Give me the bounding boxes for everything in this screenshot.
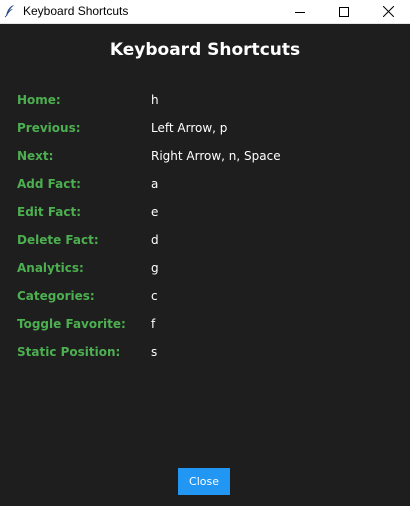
shortcut-row-analytics: Analytics: g bbox=[17, 260, 397, 288]
shortcut-action: Delete Fact: bbox=[17, 233, 99, 247]
shortcut-row-categories: Categories: c bbox=[17, 288, 397, 316]
shortcut-keys: Left Arrow, p bbox=[151, 121, 228, 135]
dialog-content: Keyboard Shortcuts Home: h Previous: Lef… bbox=[0, 24, 410, 506]
shortcut-action: Edit Fact: bbox=[17, 205, 82, 219]
close-icon bbox=[382, 6, 394, 17]
shortcut-list: Home: h Previous: Left Arrow, p Next: Ri… bbox=[17, 92, 397, 372]
shortcut-keys: g bbox=[151, 261, 159, 275]
shortcut-action: Home: bbox=[17, 93, 61, 107]
shortcut-keys: d bbox=[151, 233, 159, 247]
shortcut-keys: h bbox=[151, 93, 159, 107]
minimize-button[interactable] bbox=[278, 0, 322, 23]
shortcut-action: Next: bbox=[17, 149, 54, 163]
shortcut-row-home: Home: h bbox=[17, 92, 397, 120]
shortcut-action: Add Fact: bbox=[17, 177, 81, 191]
maximize-icon bbox=[339, 6, 349, 17]
shortcut-action: Static Position: bbox=[17, 345, 121, 359]
shortcut-row-delete-fact: Delete Fact: d bbox=[17, 232, 397, 260]
window-titlebar[interactable]: Keyboard Shortcuts bbox=[0, 0, 410, 24]
shortcut-row-static-position: Static Position: s bbox=[17, 344, 397, 372]
shortcut-action: Toggle Favorite: bbox=[17, 317, 126, 331]
shortcut-keys: a bbox=[151, 177, 159, 191]
shortcut-row-add-fact: Add Fact: a bbox=[17, 176, 397, 204]
dialog-heading: Keyboard Shortcuts bbox=[109, 40, 301, 60]
close-button[interactable]: Close bbox=[178, 468, 230, 495]
shortcut-action: Analytics: bbox=[17, 261, 84, 275]
shortcut-keys: c bbox=[151, 289, 158, 303]
feather-icon bbox=[4, 4, 16, 18]
shortcut-row-edit-fact: Edit Fact: e bbox=[17, 204, 397, 232]
shortcut-row-toggle-favorite: Toggle Favorite: f bbox=[17, 316, 397, 344]
maximize-button[interactable] bbox=[322, 0, 366, 23]
shortcut-keys: s bbox=[151, 345, 158, 359]
window-close-button[interactable] bbox=[366, 0, 410, 23]
shortcut-keys: Right Arrow, n, Space bbox=[151, 149, 281, 163]
shortcut-action: Categories: bbox=[17, 289, 95, 303]
shortcut-keys: f bbox=[151, 317, 156, 331]
shortcut-action: Previous: bbox=[17, 121, 81, 135]
window-title: Keyboard Shortcuts bbox=[23, 4, 129, 18]
shortcut-row-next: Next: Right Arrow, n, Space bbox=[17, 148, 397, 176]
minimize-icon bbox=[295, 7, 305, 17]
shortcut-row-previous: Previous: Left Arrow, p bbox=[17, 120, 397, 148]
shortcut-keys: e bbox=[151, 205, 159, 219]
